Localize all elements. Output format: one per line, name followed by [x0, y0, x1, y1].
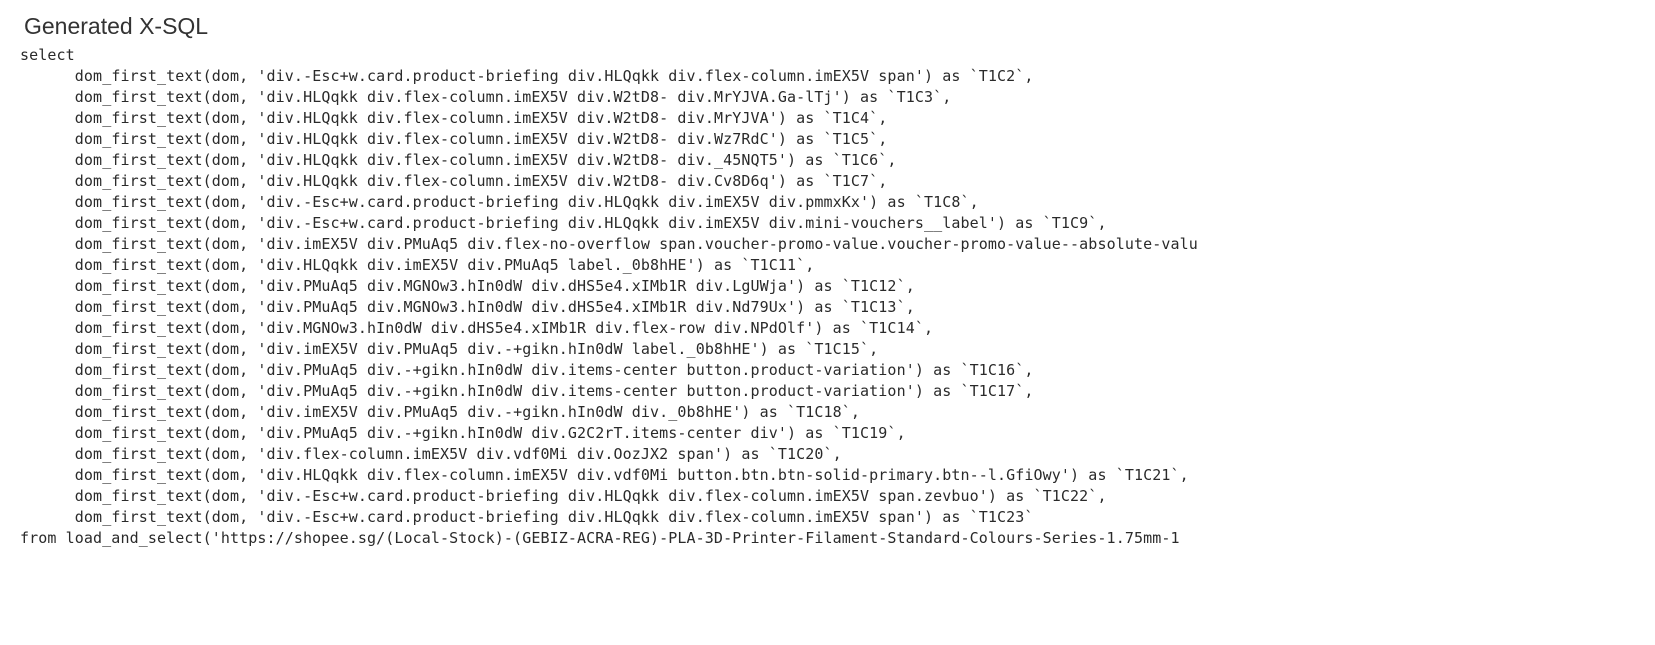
sql-line: dom_first_text(dom, 'div.HLQqkk div.imEX…	[75, 256, 815, 274]
sql-line: dom_first_text(dom, 'div.imEX5V div.PMuA…	[75, 235, 1198, 253]
sql-select-keyword: select	[20, 46, 75, 64]
sql-line: dom_first_text(dom, 'div.HLQqkk div.flex…	[75, 466, 1189, 484]
page-container: Generated X-SQL select dom_first_text(do…	[0, 0, 1655, 569]
sql-line: dom_first_text(dom, 'div.PMuAq5 div.MGNO…	[75, 298, 915, 316]
sql-line: dom_first_text(dom, 'div.PMuAq5 div.-+gi…	[75, 382, 1034, 400]
sql-line: dom_first_text(dom, 'div.-Esc+w.card.pro…	[75, 214, 1107, 232]
sql-line: dom_first_text(dom, 'div.imEX5V div.PMuA…	[75, 403, 860, 421]
sql-line: dom_first_text(dom, 'div.imEX5V div.PMuA…	[75, 340, 879, 358]
sql-line: dom_first_text(dom, 'div.-Esc+w.card.pro…	[75, 193, 979, 211]
section-heading: Generated X-SQL	[24, 10, 1635, 43]
sql-line: dom_first_text(dom, 'div.MGNOw3.hIn0dW d…	[75, 319, 933, 337]
sql-from-clause: from load_and_select('https://shopee.sg/…	[20, 529, 1180, 547]
sql-line: dom_first_text(dom, 'div.flex-column.imE…	[75, 445, 842, 463]
sql-line: dom_first_text(dom, 'div.HLQqkk div.flex…	[75, 109, 888, 127]
sql-line: dom_first_text(dom, 'div.-Esc+w.card.pro…	[75, 508, 1034, 526]
sql-line: dom_first_text(dom, 'div.HLQqkk div.flex…	[75, 151, 897, 169]
sql-line: dom_first_text(dom, 'div.HLQqkk div.flex…	[75, 130, 888, 148]
sql-code-block: select dom_first_text(dom, 'div.-Esc+w.c…	[20, 45, 1635, 549]
sql-line: dom_first_text(dom, 'div.-Esc+w.card.pro…	[75, 67, 1034, 85]
sql-line: dom_first_text(dom, 'div.PMuAq5 div.-+gi…	[75, 361, 1034, 379]
sql-line: dom_first_text(dom, 'div.PMuAq5 div.-+gi…	[75, 424, 906, 442]
sql-line: dom_first_text(dom, 'div.HLQqkk div.flex…	[75, 88, 952, 106]
sql-line: dom_first_text(dom, 'div.HLQqkk div.flex…	[75, 172, 888, 190]
sql-line: dom_first_text(dom, 'div.-Esc+w.card.pro…	[75, 487, 1107, 505]
sql-line: dom_first_text(dom, 'div.PMuAq5 div.MGNO…	[75, 277, 915, 295]
